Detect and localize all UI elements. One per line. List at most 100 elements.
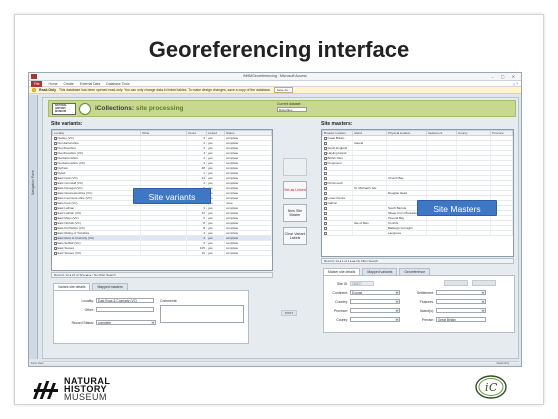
row-checkbox[interactable]	[323, 171, 327, 175]
row-checkbox[interactable]	[323, 211, 327, 215]
row-checkbox[interactable]	[323, 201, 327, 205]
variants-record-navigator[interactable]: Record: 14 ◂ 21 of 32 ▸ ▸▸ ▸⋆ No Filter …	[51, 272, 273, 278]
variant-count-cell[interactable]: 10	[186, 250, 207, 256]
row-checkbox[interactable]	[323, 191, 327, 195]
other-field[interactable]	[96, 307, 154, 312]
window-controls[interactable]: – ▢ ✕	[491, 74, 518, 79]
row-checkbox[interactable]	[323, 156, 327, 160]
row-checkbox[interactable]	[323, 196, 327, 200]
row-checkbox[interactable]	[323, 186, 327, 190]
row-checkbox[interactable]	[53, 186, 57, 190]
row-checkbox[interactable]	[53, 201, 57, 205]
help-icon[interactable]: △ ?	[513, 82, 518, 86]
row-checkbox[interactable]	[53, 211, 57, 215]
row-checkbox[interactable]	[53, 241, 57, 245]
tab-file[interactable]: File	[31, 80, 43, 87]
row-checkbox[interactable]	[53, 141, 57, 145]
icollections-logo-icon	[79, 103, 91, 115]
variant-linked-cell[interactable]: yes	[206, 250, 225, 256]
nhm-wordmark: NATURAL HISTORY MUSEUM	[64, 377, 110, 402]
row-checkbox[interactable]	[323, 136, 327, 140]
tab-create[interactable]: Create	[64, 82, 74, 86]
variant-locality-cell[interactable]: East Sussex (VC)	[52, 250, 141, 256]
variant-status-cell[interactable]: complete	[224, 250, 272, 256]
row-checkbox[interactable]	[323, 166, 327, 170]
comments-field[interactable]	[160, 305, 244, 323]
master-row[interactable]: Langness	[322, 230, 513, 236]
row-checkbox[interactable]	[53, 206, 57, 210]
row-checkbox[interactable]	[53, 166, 57, 170]
tab-georeference[interactable]: Georeference	[399, 268, 431, 275]
site-masters-grid[interactable]: Broader location Island Physical locatio…	[321, 129, 514, 257]
row-checkbox[interactable]	[53, 196, 57, 200]
row-checkbox[interactable]	[323, 151, 327, 155]
row-checkbox[interactable]	[53, 181, 57, 185]
row-checkbox[interactable]	[53, 216, 57, 220]
row-checkbox[interactable]	[53, 191, 57, 195]
tab-mapped-variants[interactable]: Mapped variants	[362, 268, 398, 275]
row-checkbox[interactable]	[323, 141, 327, 145]
row-checkbox[interactable]	[323, 146, 327, 150]
master-county-cell[interactable]	[456, 230, 491, 236]
variant-other-cell[interactable]	[140, 250, 187, 256]
row-checkbox[interactable]	[53, 246, 57, 250]
row-checkbox[interactable]	[53, 176, 57, 180]
master-action-button-1[interactable]	[444, 280, 468, 286]
master-action-button-2[interactable]	[472, 280, 496, 286]
islands-label: Island(s):	[420, 309, 434, 313]
country-select[interactable]	[350, 299, 400, 304]
row-checkbox[interactable]	[53, 231, 57, 235]
master-island-cell[interactable]	[352, 230, 387, 236]
row-checkbox[interactable]	[53, 221, 57, 225]
master-physical-cell[interactable]: Langness	[386, 230, 427, 236]
continent-select[interactable]: Europe	[350, 290, 400, 295]
set-as-linked-button[interactable]: Set as Linked	[283, 181, 307, 199]
row-checkbox[interactable]	[323, 176, 327, 180]
post-button[interactable]: POST	[281, 310, 297, 316]
tab-database-tools[interactable]: Database Tools	[106, 82, 129, 86]
row-checkbox[interactable]	[53, 156, 57, 160]
tab-external-data[interactable]: External Data	[80, 82, 101, 86]
save-as-button[interactable]: Save As...	[273, 87, 294, 93]
masters-record-navigator[interactable]: Record: 14 ◂ 1 of 1 ▸ ▸▸ No Filter Searc…	[321, 258, 514, 264]
row-checkbox[interactable]	[323, 221, 327, 225]
islands-select[interactable]	[436, 308, 486, 313]
master-settlement-cell[interactable]	[426, 230, 457, 236]
locality-field[interactable]: East Ross & Cromarty (VC)	[96, 298, 154, 303]
precise-field[interactable]: Great Britain	[436, 317, 486, 322]
row-checkbox[interactable]	[323, 231, 327, 235]
locality-label: Locality:	[81, 299, 94, 303]
row-checkbox[interactable]	[53, 226, 57, 230]
row-checkbox[interactable]	[53, 251, 57, 255]
row-checkbox[interactable]	[53, 146, 57, 150]
row-checkbox[interactable]	[53, 171, 57, 175]
province-select[interactable]	[350, 308, 400, 313]
link-variant-button[interactable]	[283, 158, 307, 176]
tab-master-site-details[interactable]: Master site details	[323, 268, 361, 275]
row-checkbox[interactable]	[323, 206, 327, 210]
new-site-master-button[interactable]: New Site Master	[283, 204, 307, 222]
variant-row[interactable]: East Sussex (VC) 10 yes complete	[52, 250, 272, 256]
row-checkbox[interactable]	[323, 226, 327, 230]
clear-variant-labels-label: Clear Variant Labels	[284, 231, 306, 241]
row-checkbox[interactable]	[53, 161, 57, 165]
navigation-pane[interactable]: Navigation Pane	[29, 95, 38, 359]
tab-mapped-masters[interactable]: Mapped masters	[92, 283, 128, 290]
row-checkbox[interactable]	[323, 216, 327, 220]
row-checkbox[interactable]	[53, 236, 57, 240]
row-checkbox[interactable]	[323, 161, 327, 165]
current-dataset-select[interactable]: Butterflies	[277, 107, 307, 112]
row-checkbox[interactable]	[53, 151, 57, 155]
row-checkbox[interactable]	[53, 136, 57, 140]
tab-home[interactable]: Home	[48, 82, 57, 86]
clear-variant-labels-button[interactable]: Clear Variant Labels	[283, 227, 307, 245]
county-select[interactable]	[350, 317, 400, 322]
row-checkbox[interactable]	[323, 181, 327, 185]
tab-variant-site-details[interactable]: Variant site details	[53, 283, 91, 290]
record-status-select[interactable]: complete	[96, 320, 156, 325]
navigation-pane-label: Navigation Pane	[31, 170, 35, 195]
settlement-select[interactable]	[436, 290, 486, 295]
master-province-cell[interactable]	[490, 230, 513, 236]
features-select[interactable]	[436, 299, 486, 304]
master-broader-cell[interactable]	[322, 230, 353, 236]
